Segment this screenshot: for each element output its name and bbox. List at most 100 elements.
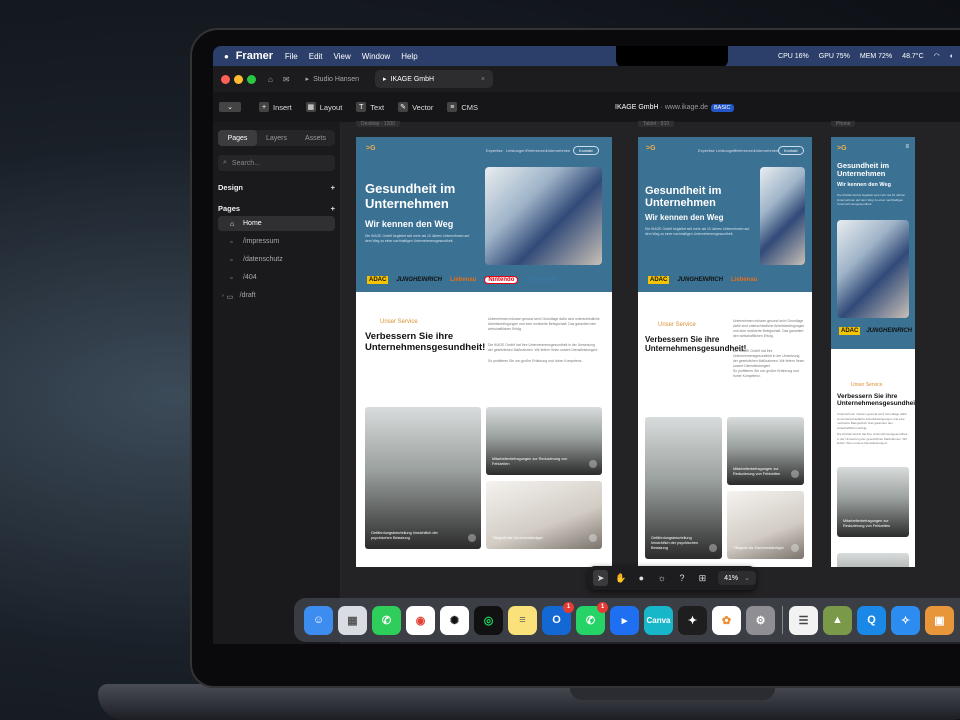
- nav-leistungen[interactable]: Leistungen: [716, 148, 736, 153]
- nav-referenzen[interactable]: Referenzen: [734, 148, 755, 153]
- tab-assets[interactable]: Assets: [296, 130, 335, 146]
- hand-icon[interactable]: ✋: [613, 570, 628, 586]
- sun-icon[interactable]: ☼: [654, 570, 669, 586]
- temp-stat[interactable]: 48.7°C: [902, 53, 923, 60]
- service-card[interactable]: [837, 553, 909, 567]
- add-icon[interactable]: +: [331, 183, 335, 192]
- menu-window[interactable]: Window: [362, 52, 390, 61]
- site-title[interactable]: IKAGE GmbH · www.ikage.de BASIC: [615, 103, 734, 112]
- canva-app[interactable]: Canva: [644, 605, 673, 635]
- tablet-frame[interactable]: >G Expertise Leistungen Referenzen Unter…: [638, 137, 812, 567]
- quicktime-app[interactable]: Q: [857, 605, 886, 635]
- arrow-icon[interactable]: [468, 534, 476, 542]
- site-logo[interactable]: >G: [366, 145, 376, 152]
- add-page-icon[interactable]: +: [331, 204, 335, 213]
- reminders-app[interactable]: ☰: [789, 605, 818, 635]
- safari-app[interactable]: ✧: [891, 605, 920, 635]
- insert-button[interactable]: + Insert: [259, 102, 292, 112]
- close-window-button[interactable]: [221, 74, 230, 84]
- service-card[interactable]: Mitarbeiterbefragungen zur Reduzierung v…: [486, 407, 602, 475]
- arrow-icon[interactable]: [791, 470, 799, 478]
- frame-label-tablet[interactable]: Tablet · 810: [638, 121, 675, 127]
- framer-menu-button[interactable]: ⌄: [219, 102, 245, 112]
- service-card[interactable]: Tätigkeit als Sachverständiger: [486, 481, 602, 549]
- mem-stat[interactable]: MEM 72%: [860, 53, 892, 60]
- comment-icon[interactable]: ●: [634, 570, 649, 586]
- notes-app[interactable]: ≡: [508, 605, 537, 635]
- launchpad-app[interactable]: ▦: [338, 605, 367, 635]
- wifi-icon[interactable]: ◠: [934, 52, 940, 60]
- chatgpt-app[interactable]: ✺: [440, 605, 469, 635]
- tab-ikage[interactable]: ▸ IKAGE GmbH ×: [374, 70, 493, 88]
- spotify-app[interactable]: ◎: [474, 605, 503, 635]
- menu-icon[interactable]: ≡: [905, 144, 909, 150]
- zoom-window-button[interactable]: [247, 74, 256, 84]
- arrow-icon[interactable]: [589, 534, 597, 542]
- settings-app[interactable]: ⚙: [746, 605, 775, 635]
- nav-contact-button[interactable]: Kontakt: [778, 146, 804, 155]
- menu-edit[interactable]: Edit: [309, 52, 323, 61]
- chrome-app[interactable]: ◉: [406, 605, 435, 635]
- service-card[interactable]: Tätigkeit als Sachverständiger: [727, 491, 804, 559]
- nav-unternehmen[interactable]: Unternehmen: [546, 148, 570, 153]
- page-item-datenschutz[interactable]: ▫ /datenschutz: [218, 252, 335, 267]
- nav-expertise[interactable]: Expertise: [486, 148, 503, 153]
- menu-view[interactable]: View: [334, 52, 351, 61]
- frame-label-desktop[interactable]: Desktop · 1200: [356, 121, 400, 127]
- whatsapp-app[interactable]: ✆ 1: [576, 601, 608, 635]
- text-button[interactable]: T Text: [356, 102, 384, 112]
- image-app[interactable]: ▲: [823, 605, 852, 635]
- photos-app[interactable]: ✿: [712, 605, 741, 635]
- arrow-icon[interactable]: [589, 460, 597, 468]
- nav-expertise[interactable]: Expertise: [698, 148, 715, 153]
- site-logo[interactable]: >G: [646, 145, 656, 152]
- home-icon[interactable]: ⌂: [268, 75, 273, 84]
- page-item-home[interactable]: ⌂ Home: [218, 216, 335, 231]
- inbox-icon[interactable]: ✉: [283, 75, 290, 84]
- help-icon[interactable]: ?: [674, 570, 689, 586]
- facetime-app[interactable]: ✆: [372, 605, 401, 635]
- cursor-icon[interactable]: ➤: [593, 570, 609, 586]
- page-item-impressum[interactable]: ▫ /impressum: [218, 234, 335, 249]
- close-tab-icon[interactable]: ×: [481, 76, 485, 83]
- zoom-select[interactable]: 41% ⌄: [718, 571, 756, 585]
- control-center-icon[interactable]: ◐: [950, 53, 954, 60]
- tab-studio-hansen[interactable]: ▸ Studio Hansen: [298, 70, 367, 88]
- finder-app[interactable]: ☺: [304, 605, 333, 635]
- vector-button[interactable]: ✎ Vector: [398, 102, 433, 112]
- menu-help[interactable]: Help: [401, 52, 417, 61]
- preview-app[interactable]: ▣: [925, 605, 954, 635]
- design-section[interactable]: Design +: [218, 183, 335, 192]
- gpu-stat[interactable]: GPU 75%: [819, 53, 850, 60]
- menu-file[interactable]: File: [285, 52, 298, 61]
- nav-unternehmen[interactable]: Unternehmen: [754, 148, 778, 153]
- cpu-stat[interactable]: CPU 16%: [778, 53, 809, 60]
- tab-layers[interactable]: Layers: [257, 130, 296, 146]
- service-card[interactable]: Mitarbeiterbefragungen zur Reduzierung v…: [837, 467, 909, 537]
- nav-contact-button[interactable]: Kontakt: [573, 146, 599, 155]
- minimize-window-button[interactable]: [234, 74, 243, 84]
- outlook-app[interactable]: O1: [542, 601, 574, 635]
- desktop-frame[interactable]: >G Expertise Leistungen Referenzen Unter…: [356, 137, 612, 567]
- nav-leistungen[interactable]: Leistungen: [506, 148, 526, 153]
- site-logo[interactable]: >G: [837, 145, 847, 152]
- pages-section[interactable]: Pages +: [218, 204, 335, 213]
- frame-label-phone[interactable]: Phone: [831, 121, 856, 127]
- chevron-right-icon[interactable]: ›: [222, 293, 224, 299]
- service-card[interactable]: Mitarbeiterbefragungen zur Reduzierung v…: [727, 417, 804, 485]
- arrow-icon[interactable]: [709, 544, 717, 552]
- arrow-icon[interactable]: [791, 544, 799, 552]
- tab-pages[interactable]: Pages: [218, 130, 257, 146]
- nav-referenzen[interactable]: Referenzen: [526, 148, 547, 153]
- framer-app[interactable]: ▸: [610, 605, 639, 635]
- cms-button[interactable]: ≡ CMS: [447, 102, 478, 112]
- apple-icon[interactable]: ●: [224, 52, 229, 61]
- search-input[interactable]: ⌕ Search...: [218, 155, 335, 171]
- page-item-draft[interactable]: › ▭ /draft: [218, 288, 335, 303]
- figma-app[interactable]: ✦: [678, 605, 707, 635]
- phone-frame[interactable]: >G ≡ Gesundheit im Unternehmen Wir kenne…: [831, 137, 915, 567]
- grid-icon[interactable]: ⊞: [695, 570, 710, 586]
- layout-button[interactable]: ▦ Layout: [305, 102, 342, 112]
- service-card[interactable]: Gefährdungsbeurteilung hinsichtlich der …: [645, 417, 722, 559]
- page-item-404[interactable]: ▫ /404: [218, 270, 335, 285]
